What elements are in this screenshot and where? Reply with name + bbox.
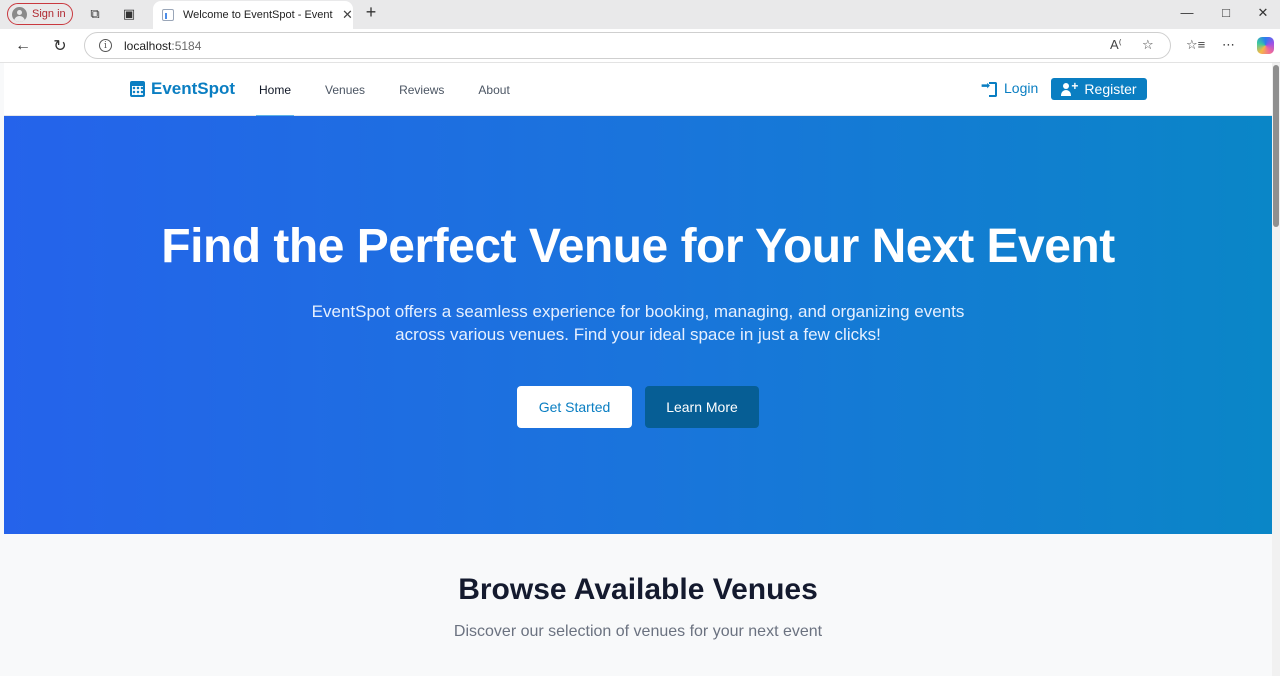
site-info-icon[interactable]: i — [99, 39, 112, 52]
login-link[interactable]: Login — [981, 79, 1039, 97]
back-icon[interactable]: ← — [13, 36, 33, 56]
signin-label: Sign in — [32, 8, 66, 20]
refresh-icon[interactable]: ↻ — [50, 36, 70, 56]
nav-link-reviews[interactable]: Reviews — [396, 63, 447, 116]
user-plus-icon: + — [1061, 79, 1078, 96]
minimize-icon[interactable]: — — [1177, 5, 1197, 20]
register-button[interactable]: + Register — [1051, 78, 1147, 100]
hero-section: Find the Perfect Venue for Your Next Eve… — [4, 116, 1272, 534]
nav-links: Home Venues Reviews About — [256, 63, 541, 117]
brand-logo[interactable]: EventSpot — [130, 79, 235, 99]
browser-address-bar: ← ↻ i localhost:5184 A⁽ ☆ ☆≡ ⋯ — [0, 29, 1280, 63]
venues-section-subtitle: Discover our selection of venues for you… — [453, 623, 823, 640]
get-started-button[interactable]: Get Started — [517, 386, 632, 428]
browser-tab-active[interactable]: Welcome to EventSpot - EventSpot ✕ — [153, 1, 353, 29]
venues-section-title: Browse Available Venues — [458, 573, 818, 606]
page-scrollbar[interactable] — [1272, 63, 1280, 676]
read-aloud-icon[interactable]: A⁽ — [1110, 37, 1122, 53]
calendar-icon — [130, 81, 145, 97]
favorite-star-icon[interactable]: ☆ — [1142, 37, 1154, 53]
nav-link-about[interactable]: About — [475, 63, 512, 116]
login-label: Login — [1004, 80, 1039, 96]
new-tab-icon[interactable]: + — [363, 2, 379, 22]
hero-title: Find the Perfect Venue for Your Next Eve… — [161, 220, 1115, 273]
close-tab-icon[interactable]: ✕ — [342, 7, 353, 23]
close-window-icon[interactable]: ✕ — [1253, 5, 1273, 21]
url-port: :5184 — [171, 38, 202, 53]
more-menu-icon[interactable]: ⋯ — [1222, 37, 1235, 53]
web-page: EventSpot Home Venues Reviews About Logi… — [4, 63, 1272, 676]
profile-signin-button[interactable]: Sign in — [7, 3, 73, 25]
url-field[interactable]: i localhost:5184 — [84, 32, 1171, 59]
register-label: Register — [1084, 81, 1137, 97]
sign-in-icon — [981, 79, 997, 97]
copilot-icon[interactable] — [1257, 37, 1274, 54]
hero-subtitle: EventSpot offers a seamless experience f… — [311, 302, 965, 344]
workspaces-icon[interactable]: ⧉ — [87, 6, 103, 22]
brand-name: EventSpot — [151, 79, 236, 98]
site-navbar: EventSpot Home Venues Reviews About Logi… — [4, 63, 1272, 117]
profile-icon — [12, 6, 27, 22]
page-favicon-icon — [162, 9, 174, 21]
tab-actions-icon[interactable]: ▣ — [121, 6, 137, 22]
nav-link-home[interactable]: Home — [256, 63, 295, 117]
browser-tab-bar: Sign in ⧉ ▣ Welcome to EventSpot - Event… — [0, 0, 1280, 29]
favorites-list-icon[interactable]: ☆≡ — [1186, 37, 1205, 53]
nav-link-venues[interactable]: Venues — [322, 63, 368, 116]
learn-more-button[interactable]: Learn More — [645, 386, 759, 428]
url-host: localhost — [124, 38, 172, 53]
tab-title: Welcome to EventSpot - EventSpot — [183, 9, 333, 21]
maximize-icon[interactable]: □ — [1216, 5, 1236, 20]
scrollbar-thumb[interactable] — [1273, 65, 1279, 227]
